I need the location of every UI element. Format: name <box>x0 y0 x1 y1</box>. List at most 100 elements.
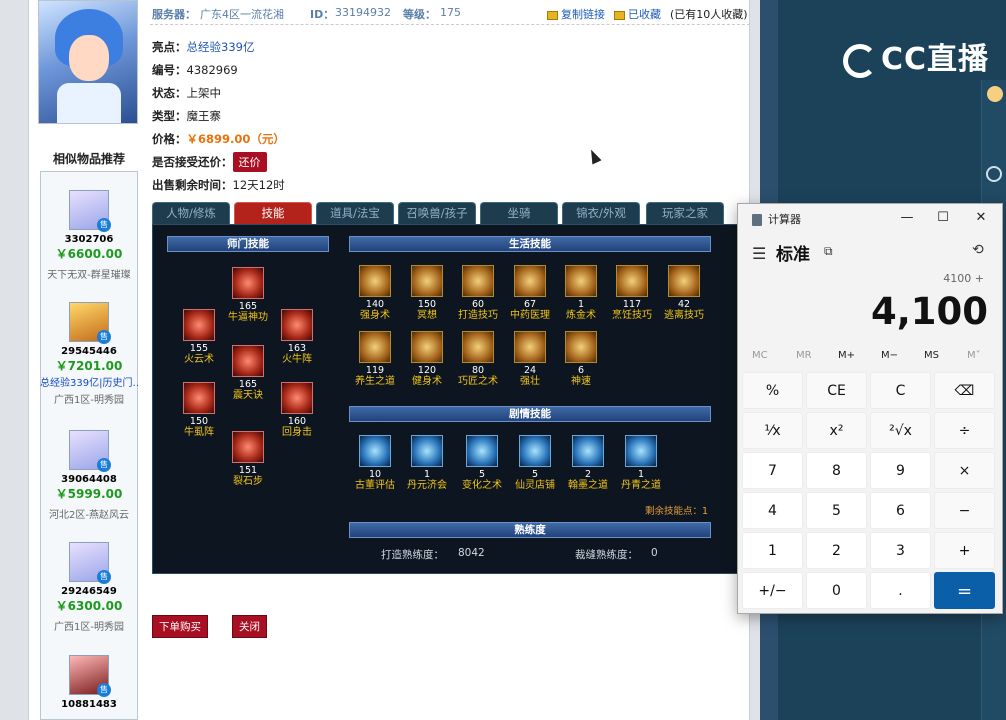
minimize-button[interactable]: — <box>894 208 920 228</box>
decimal-key[interactable]: . <box>870 572 931 609</box>
multiply-key[interactable]: × <box>934 452 995 489</box>
skill-item[interactable]: 2 翰墨之道 <box>562 435 614 492</box>
skill-icon <box>232 345 264 377</box>
similar-item[interactable]: 售 3302706 ￥6600.00 天下无双-群星璀璨 <box>40 190 138 281</box>
skill-item[interactable]: 10 古董评估 <box>349 435 401 492</box>
memory-list-button[interactable]: M˅ <box>967 350 981 361</box>
memory-subtract-button[interactable]: M− <box>881 350 898 361</box>
skill-item[interactable]: 60 打造技巧 <box>452 265 504 322</box>
similar-item-avatar[interactable]: 售 <box>69 655 111 697</box>
server-label: 服务器： <box>152 8 196 21</box>
digit-3-key[interactable]: 3 <box>870 532 931 569</box>
sale-tag: 售 <box>97 683 111 697</box>
digit-7-key[interactable]: 7 <box>742 452 803 489</box>
skill-icon <box>411 265 443 297</box>
reciprocal-key[interactable]: ¹⁄x <box>742 412 803 449</box>
similar-item-avatar[interactable]: 售 <box>69 302 111 344</box>
skill-item[interactable]: 160 回身击 <box>271 382 323 439</box>
skill-item[interactable]: 150 牛虱阵 <box>173 382 225 439</box>
skill-icon <box>281 309 313 341</box>
skill-item[interactable]: 42 逃离技巧 <box>658 265 710 322</box>
clock-icon[interactable] <box>986 166 1002 182</box>
memory-recall-button[interactable]: MR <box>796 350 812 361</box>
clear-entry-key[interactable]: CE <box>806 372 867 409</box>
bargain-button[interactable]: 还价 <box>232 152 267 172</box>
skill-item[interactable]: 6 神速 <box>555 331 607 388</box>
id-label: ID： <box>310 8 335 21</box>
tailor-label: 裁缝熟练度： <box>575 549 638 561</box>
skill-item[interactable]: 5 变化之术 <box>456 435 508 492</box>
avatar-icon[interactable] <box>987 86 1003 102</box>
memory-store-button[interactable]: MS <box>924 350 939 361</box>
skill-item[interactable]: 163 火牛阵 <box>271 309 323 366</box>
skill-item[interactable]: 155 火云术 <box>173 309 225 366</box>
id-value: 33194932 <box>335 6 391 19</box>
digit-9-key[interactable]: 9 <box>870 452 931 489</box>
skill-item[interactable]: 67 中药医理 <box>504 265 556 322</box>
digit-5-key[interactable]: 5 <box>806 492 867 529</box>
tab-home[interactable]: 玩家之家 <box>646 202 724 224</box>
digit-4-key[interactable]: 4 <box>742 492 803 529</box>
skill-item[interactable]: 150 冥想 <box>401 265 453 322</box>
similar-item[interactable]: 售 39064408 ￥5999.00 河北2区-燕赵风云 <box>40 430 138 521</box>
similar-item[interactable]: 售 29246549 ￥6300.00 广西1区-明秀园 <box>40 542 138 633</box>
skill-item[interactable]: 165 震天诀 <box>222 345 274 402</box>
skill-icon <box>281 382 313 414</box>
status-value: 上架中 <box>186 86 222 100</box>
skill-item[interactable]: 140 强身术 <box>349 265 401 322</box>
skill-item[interactable]: 165 牛逼神功 <box>222 267 274 324</box>
similar-item-avatar[interactable]: 售 <box>69 430 111 472</box>
tab-items[interactable]: 道具/法宝 <box>316 202 394 224</box>
subtract-key[interactable]: − <box>934 492 995 529</box>
memory-clear-button[interactable]: MC <box>752 350 768 361</box>
tab-summons[interactable]: 召唤兽/孩子 <box>398 202 476 224</box>
skill-item[interactable]: 1 炼金术 <box>555 265 607 322</box>
plot-skills-header: 剧情技能 <box>349 406 711 422</box>
tab-character[interactable]: 人物/修炼 <box>152 202 230 224</box>
similar-item-note[interactable]: 总经验339亿|历史门… <box>40 374 138 389</box>
backspace-key[interactable]: ⌫ <box>934 372 995 409</box>
memory-add-button[interactable]: M+ <box>838 350 855 361</box>
favorite-button[interactable]: 已收藏 <box>614 6 661 22</box>
tab-mounts[interactable]: 坐骑 <box>480 202 558 224</box>
similar-item[interactable]: 售 29545446 ￥7201.00 总经验339亿|历史门… 广西1区-明秀… <box>40 302 138 406</box>
buy-button[interactable]: 下单购买 <box>152 615 208 638</box>
hamburger-menu-icon[interactable]: ☰ <box>752 244 766 263</box>
skill-item[interactable]: 1 丹元济会 <box>401 435 453 492</box>
percent-key[interactable]: % <box>742 372 803 409</box>
skill-item[interactable]: 120 健身术 <box>401 331 453 388</box>
digit-1-key[interactable]: 1 <box>742 532 803 569</box>
skill-item[interactable]: 117 烹饪技巧 <box>606 265 658 322</box>
similar-item-id: 3302706 <box>64 234 114 245</box>
divide-key[interactable]: ÷ <box>934 412 995 449</box>
skill-item[interactable]: 5 仙灵店铺 <box>509 435 561 492</box>
skill-item[interactable]: 1 丹青之道 <box>615 435 667 492</box>
skill-icon <box>519 435 551 467</box>
square-root-key[interactable]: ²√x <box>870 412 931 449</box>
digit-2-key[interactable]: 2 <box>806 532 867 569</box>
skill-icon <box>359 331 391 363</box>
digit-8-key[interactable]: 8 <box>806 452 867 489</box>
skill-item[interactable]: 119 养生之道 <box>349 331 401 388</box>
maximize-button[interactable]: ☐ <box>930 208 956 228</box>
close-window-button[interactable]: ✕ <box>968 208 994 228</box>
digit-6-key[interactable]: 6 <box>870 492 931 529</box>
keep-on-top-icon[interactable]: ⧉ <box>824 244 833 259</box>
close-button[interactable]: 关闭 <box>232 615 267 638</box>
history-icon[interactable]: ⟲ <box>972 242 984 258</box>
similar-item[interactable]: 售 10881483 <box>40 655 138 710</box>
tab-outfits[interactable]: 锦衣/外观 <box>562 202 640 224</box>
square-key[interactable]: x² <box>806 412 867 449</box>
skill-item[interactable]: 80 巧匠之术 <box>452 331 504 388</box>
similar-item-avatar[interactable]: 售 <box>69 190 111 232</box>
add-key[interactable]: + <box>934 532 995 569</box>
clear-key[interactable]: C <box>870 372 931 409</box>
equals-key[interactable]: = <box>934 572 995 609</box>
skill-item[interactable]: 24 强壮 <box>504 331 556 388</box>
digit-0-key[interactable]: 0 <box>806 572 867 609</box>
skill-item[interactable]: 151 裂石步 <box>222 431 274 488</box>
similar-item-avatar[interactable]: 售 <box>69 542 111 584</box>
negate-key[interactable]: +/− <box>742 572 803 609</box>
tab-skills[interactable]: 技能 <box>234 202 312 224</box>
copy-link-button[interactable]: 复制链接 <box>547 6 605 22</box>
